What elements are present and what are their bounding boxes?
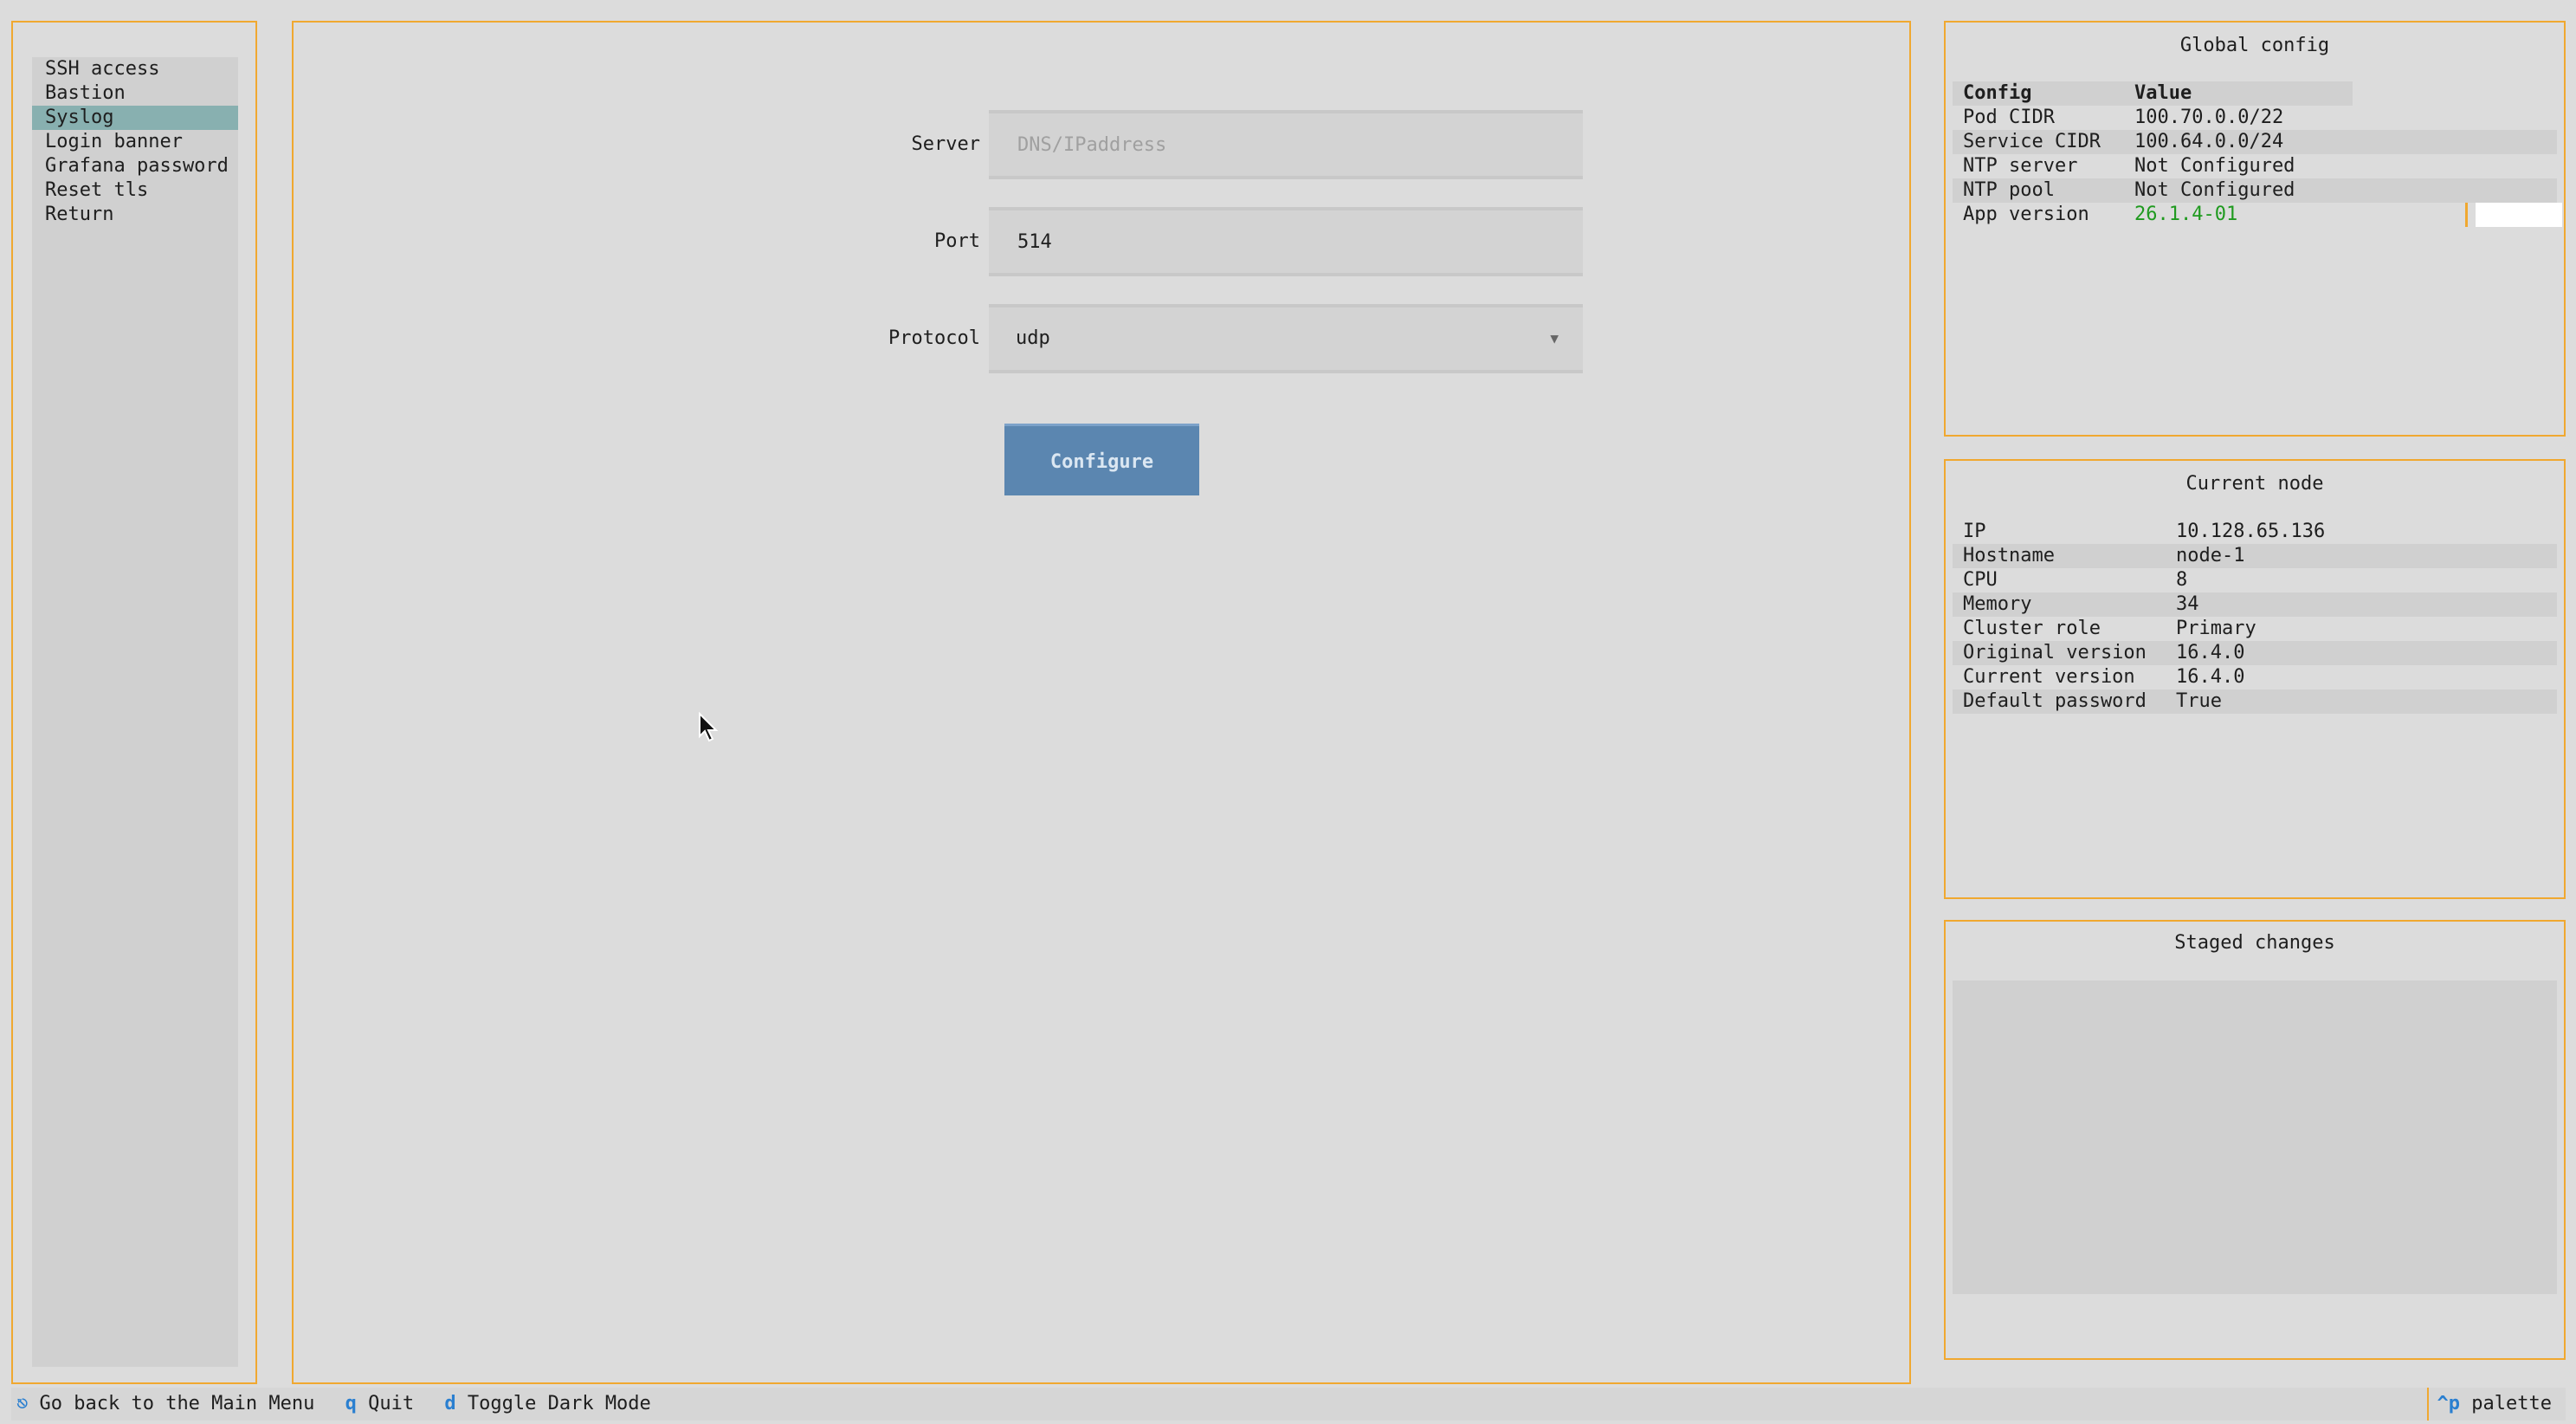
menu-item-grafana-password[interactable]: Grafana password [32, 154, 238, 178]
row-key: Original version [1963, 642, 2147, 663]
global-config-panel: Global config Config Value Pod CIDR 100.… [1944, 21, 2566, 437]
row-value: 10.128.65.136 [2176, 521, 2326, 542]
row-value: True [2176, 690, 2222, 712]
row-key: Pod CIDR [1963, 107, 2055, 128]
escape-key-icon: ⎋ [16, 1393, 29, 1414]
protocol-label: Protocol [888, 327, 980, 349]
menu-item-reset-tls[interactable]: Reset tls [32, 178, 238, 203]
app-version-value: 26.1.4-01 [2134, 204, 2238, 225]
dark-mode-key: d [444, 1393, 456, 1414]
table-row: Default password True [1953, 689, 2557, 714]
row-value: Not Configured [2134, 179, 2295, 201]
mouse-pointer-icon [699, 712, 719, 742]
row-value: 100.64.0.0/24 [2134, 131, 2284, 152]
row-value: 16.4.0 [2176, 666, 2245, 688]
row-key: NTP server [1963, 155, 2078, 177]
row-value: Primary [2176, 618, 2256, 639]
port-label: Port [934, 230, 980, 252]
settings-menu-panel: SSH access Bastion Syslog Login banner G… [11, 21, 257, 1384]
table-row: Cluster role Primary [1953, 617, 2557, 641]
scrollbar[interactable] [2476, 203, 2562, 227]
menu-item-return[interactable]: Return [32, 203, 238, 227]
palette-binding[interactable]: ^p palette [2426, 1388, 2552, 1421]
table-row: Memory 34 [1953, 592, 2557, 617]
row-value: 34 [2176, 593, 2199, 615]
menu-item-ssh-access[interactable]: SSH access [32, 57, 238, 81]
staged-changes-title: Staged changes [2174, 932, 2335, 954]
table-row: CPU 8 [1953, 568, 2557, 592]
server-field[interactable] [989, 110, 1583, 179]
escape-label: Go back to the Main Menu [39, 1393, 315, 1414]
current-node-panel: Current node IP 10.128.65.136 Hostname n… [1944, 459, 2566, 899]
table-row: Hostname node-1 [1953, 544, 2557, 568]
table-row: Original version 16.4.0 [1953, 641, 2557, 665]
current-node-title: Current node [2185, 473, 2324, 495]
protocol-select[interactable]: udp ▼ [989, 304, 1583, 373]
settings-menu: SSH access Bastion Syslog Login banner G… [32, 57, 238, 1367]
port-input[interactable] [1016, 210, 1573, 275]
quit-key: q [345, 1393, 357, 1414]
dark-mode-label: Toggle Dark Mode [467, 1393, 651, 1414]
row-key: NTP pool [1963, 179, 2055, 201]
scrollbar-accent [2465, 203, 2468, 227]
protocol-value: udp [1016, 327, 1050, 349]
row-key: CPU [1963, 569, 1998, 591]
row-value: node-1 [2176, 545, 2245, 566]
chevron-down-icon[interactable]: ▼ [1550, 307, 1559, 370]
row-key: Hostname [1963, 545, 2055, 566]
row-value: 8 [2176, 569, 2188, 591]
row-key: App version [1963, 204, 2089, 225]
quit-label: Quit [368, 1393, 415, 1414]
escape-binding[interactable]: ⎋ Go back to the Main Menu [16, 1393, 326, 1414]
row-value: 100.70.0.0/22 [2134, 107, 2284, 128]
global-config-title: Global config [2179, 35, 2330, 56]
palette-label: palette [2471, 1393, 2552, 1414]
value-column-header: Value [2134, 82, 2192, 104]
row-key: Service CIDR [1963, 131, 2101, 152]
syslog-form-panel: Server Port Protocol udp ▼ Configure [292, 21, 1911, 1384]
row-value: 16.4.0 [2176, 642, 2245, 663]
table-row: Pod CIDR 100.70.0.0/22 [1953, 106, 2557, 130]
staged-changes-list [1953, 981, 2557, 1294]
footer-bar: ⎋ Go back to the Main Menu q Quit d Togg… [11, 1388, 2566, 1421]
staged-changes-panel: Staged changes [1944, 920, 2566, 1360]
row-key: Default password [1963, 690, 2147, 712]
table-row: NTP server Not Configured [1953, 154, 2557, 178]
port-field[interactable] [989, 207, 1583, 276]
menu-item-bastion[interactable]: Bastion [32, 81, 238, 106]
configure-button[interactable]: Configure [1004, 424, 1199, 495]
global-config-header: Config Value [1953, 81, 2353, 106]
table-row: NTP pool Not Configured [1953, 178, 2557, 203]
config-column-header: Config [1963, 82, 2032, 104]
table-row: Current version 16.4.0 [1953, 665, 2557, 689]
row-key: Memory [1963, 593, 2032, 615]
row-key: Current version [1963, 666, 2135, 688]
menu-item-syslog[interactable]: Syslog [32, 106, 238, 130]
table-row: IP 10.128.65.136 [1953, 520, 2557, 544]
row-value: Not Configured [2134, 155, 2295, 177]
server-label: Server [911, 133, 980, 155]
table-row: Service CIDR 100.64.0.0/24 [1953, 130, 2557, 154]
row-key: IP [1963, 521, 1986, 542]
server-input[interactable] [1016, 113, 1573, 178]
menu-item-login-banner[interactable]: Login banner [32, 130, 238, 154]
palette-key: ^p [2437, 1393, 2461, 1414]
quit-binding[interactable]: q Quit [345, 1393, 426, 1414]
row-key: Cluster role [1963, 618, 2101, 639]
dark-mode-binding[interactable]: d Toggle Dark Mode [444, 1393, 650, 1414]
